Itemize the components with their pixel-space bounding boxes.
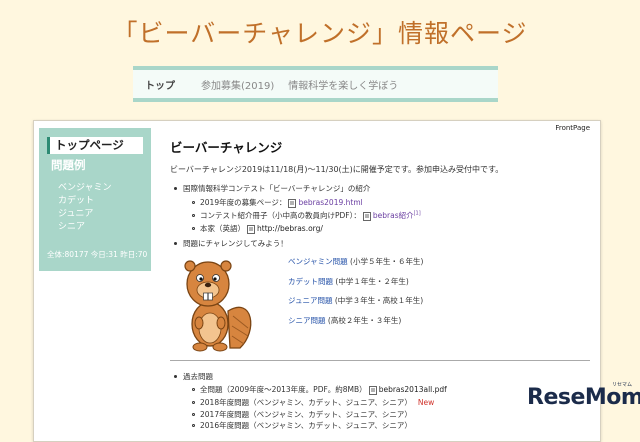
sidebar-item-senior[interactable]: シニア: [58, 219, 85, 232]
sidebar-item-top-page[interactable]: トップページ: [47, 137, 143, 154]
level-benjamin: ベンジャミン問題 (小学５年生・６年生): [288, 257, 424, 266]
level-junior: ジュニア問題 (中学３年生・高校１年生): [288, 296, 424, 305]
sidebar: トップページ 問題例 ベンジャミン カデット ジュニア シニア 全体:80177…: [39, 128, 151, 271]
divider: [170, 360, 590, 361]
resemom-logo: ReseMom: [527, 385, 640, 410]
bullet: [192, 423, 195, 427]
list-item-official: 本家（英語） http://bebras.org/: [192, 223, 323, 234]
page-icon: [288, 198, 297, 208]
list-item-past-all: 全問題（2009年度～2013年度。PDF。約8MB） bebras2013all…: [192, 384, 447, 395]
bullet: [192, 400, 195, 404]
link-bebras2013all[interactable]: bebras2013all.pdf: [379, 385, 447, 394]
bullet: [192, 213, 195, 217]
sidebar-item-benjamin[interactable]: ベンジャミン: [58, 180, 112, 193]
list-item-2019-page: 2019年度の募集ページ： bebras2019.html: [192, 197, 363, 208]
nav-recruitment-2019[interactable]: 参加募集(2019): [201, 77, 274, 92]
list-item-past-2017: 2017年度問題（ベンジャミン、カデット、ジュニア、シニア）: [192, 409, 412, 420]
page-title: ビーバーチャレンジ: [170, 140, 283, 155]
level-senior: シニア問題 (高校２年生・３年生): [288, 316, 402, 325]
frontpage-label: FrontPage: [555, 124, 590, 132]
list-item-intro: 国際情報科学コンテスト「ビーバーチャレンジ」の紹介: [174, 183, 370, 194]
link-bebras-org[interactable]: http://bebras.org/: [257, 224, 323, 233]
bullet: [192, 226, 195, 230]
link-benjamin-problems[interactable]: ベンジャミン問題: [288, 257, 348, 266]
sidebar-item-junior[interactable]: ジュニア: [58, 206, 93, 219]
bullet: [174, 186, 177, 190]
list-item-booklet: コンテスト紹介冊子（小中高の教員向けPDF）： bebras紹介[1]: [192, 210, 421, 221]
nav-learn-informatics[interactable]: 情報科学を楽しく学ぼう: [288, 77, 398, 92]
content-card: トップページ 問題例 ベンジャミン カデット ジュニア シニア 全体:80177…: [33, 120, 601, 442]
list-item-challenge: 問題にチャレンジしてみよう！: [174, 238, 288, 249]
link-senior-problems[interactable]: シニア問題: [288, 316, 326, 325]
link-bebras2019[interactable]: bebras2019.html: [298, 198, 362, 207]
link-junior-problems[interactable]: ジュニア問題: [288, 296, 332, 305]
link-2017-problems[interactable]: 2017年度問題（ベンジャミン、カデット、ジュニア、シニア）: [200, 410, 412, 419]
page-icon: [362, 211, 371, 221]
bullet: [192, 387, 195, 391]
sidebar-heading-examples: 問題例: [51, 158, 86, 172]
list-item-past: 過去問題: [174, 371, 213, 382]
level-cadet: カデット問題 (中学１年生・２年生): [288, 277, 409, 286]
bullet: [192, 412, 195, 416]
link-2018-problems[interactable]: 2018年度問題（ベンジャミン、カデット、ジュニア、シニア）: [200, 398, 412, 407]
notice-text: ビーバーチャレンジ2019は11/18(月)～11/30(土)に開催予定です。参…: [170, 165, 504, 174]
site-title: 「ビーバーチャレンジ」情報ページ: [112, 19, 528, 48]
page-icon: [247, 224, 255, 234]
link-2016-problems[interactable]: 2016年度問題（ベンジャミン、カデット、ジュニア、シニア）: [200, 421, 412, 430]
bullet: [192, 200, 195, 204]
new-badge: New: [417, 398, 435, 407]
bullet: [174, 374, 177, 378]
footnote-ref[interactable]: [1]: [414, 211, 421, 217]
beaver-mascot-icon: [184, 260, 252, 352]
page-icon: [368, 385, 377, 395]
sidebar-item-cadet[interactable]: カデット: [58, 193, 94, 206]
list-item-past-2018: 2018年度問題（ベンジャミン、カデット、ジュニア、シニア） New: [192, 397, 434, 408]
bullet: [174, 241, 177, 245]
link-bebras-intro[interactable]: bebras紹介: [373, 211, 414, 220]
nav-top[interactable]: トップ: [145, 77, 175, 92]
top-navigation: トップ 参加募集(2019) 情報科学を楽しく学ぼう: [133, 66, 498, 102]
access-counter: 全体:80177 今日:31 昨日:70: [47, 250, 148, 259]
list-item-past-2016: 2016年度問題（ベンジャミン、カデット、ジュニア、シニア）: [192, 420, 412, 431]
link-cadet-problems[interactable]: カデット問題: [288, 277, 333, 286]
